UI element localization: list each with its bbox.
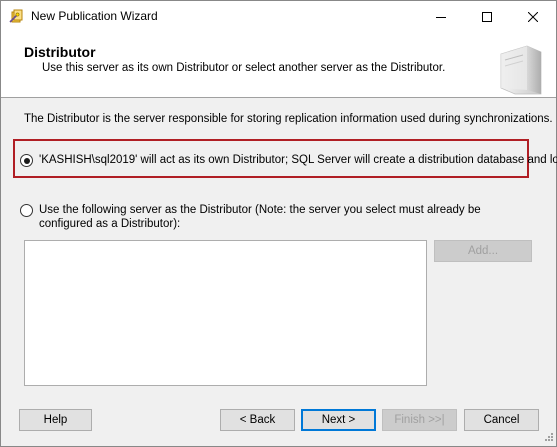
finish-button[interactable]: Finish >>| xyxy=(382,409,457,431)
window-title: New Publication Wizard xyxy=(31,9,158,23)
close-icon xyxy=(528,11,538,22)
maximize-button[interactable] xyxy=(464,1,510,32)
server-tower-icon xyxy=(491,40,547,96)
publication-wizard-icon xyxy=(9,8,25,24)
own-distributor-radio[interactable] xyxy=(20,154,33,167)
help-button[interactable]: Help xyxy=(19,409,92,431)
other-server-radio[interactable] xyxy=(20,204,33,217)
wizard-header: Distributor Use this server as its own D… xyxy=(1,32,556,98)
next-button[interactable]: Next > xyxy=(301,409,376,431)
add-server-button[interactable]: Add... xyxy=(434,240,532,262)
maximize-icon xyxy=(482,11,492,22)
minimize-button[interactable] xyxy=(418,1,464,32)
close-button[interactable] xyxy=(510,1,556,32)
distributor-server-list[interactable] xyxy=(24,240,427,386)
own-distributor-label[interactable]: 'KASHISH\sql2019' will act as its own Di… xyxy=(39,154,557,166)
title-bar[interactable]: New Publication Wizard xyxy=(1,1,556,32)
distributor-description: The Distributor is the server responsibl… xyxy=(24,113,553,125)
wizard-window: New Publication Wizard Distributor Use t… xyxy=(0,0,557,447)
page-subtitle: Use this server as its own Distributor o… xyxy=(42,62,446,74)
resize-grip-icon[interactable] xyxy=(542,432,554,444)
back-button[interactable]: < Back xyxy=(220,409,295,431)
minimize-icon xyxy=(436,12,446,22)
cancel-button[interactable]: Cancel xyxy=(464,409,539,431)
page-title: Distributor xyxy=(24,44,96,60)
other-server-label[interactable]: Use the following server as the Distribu… xyxy=(39,203,529,231)
